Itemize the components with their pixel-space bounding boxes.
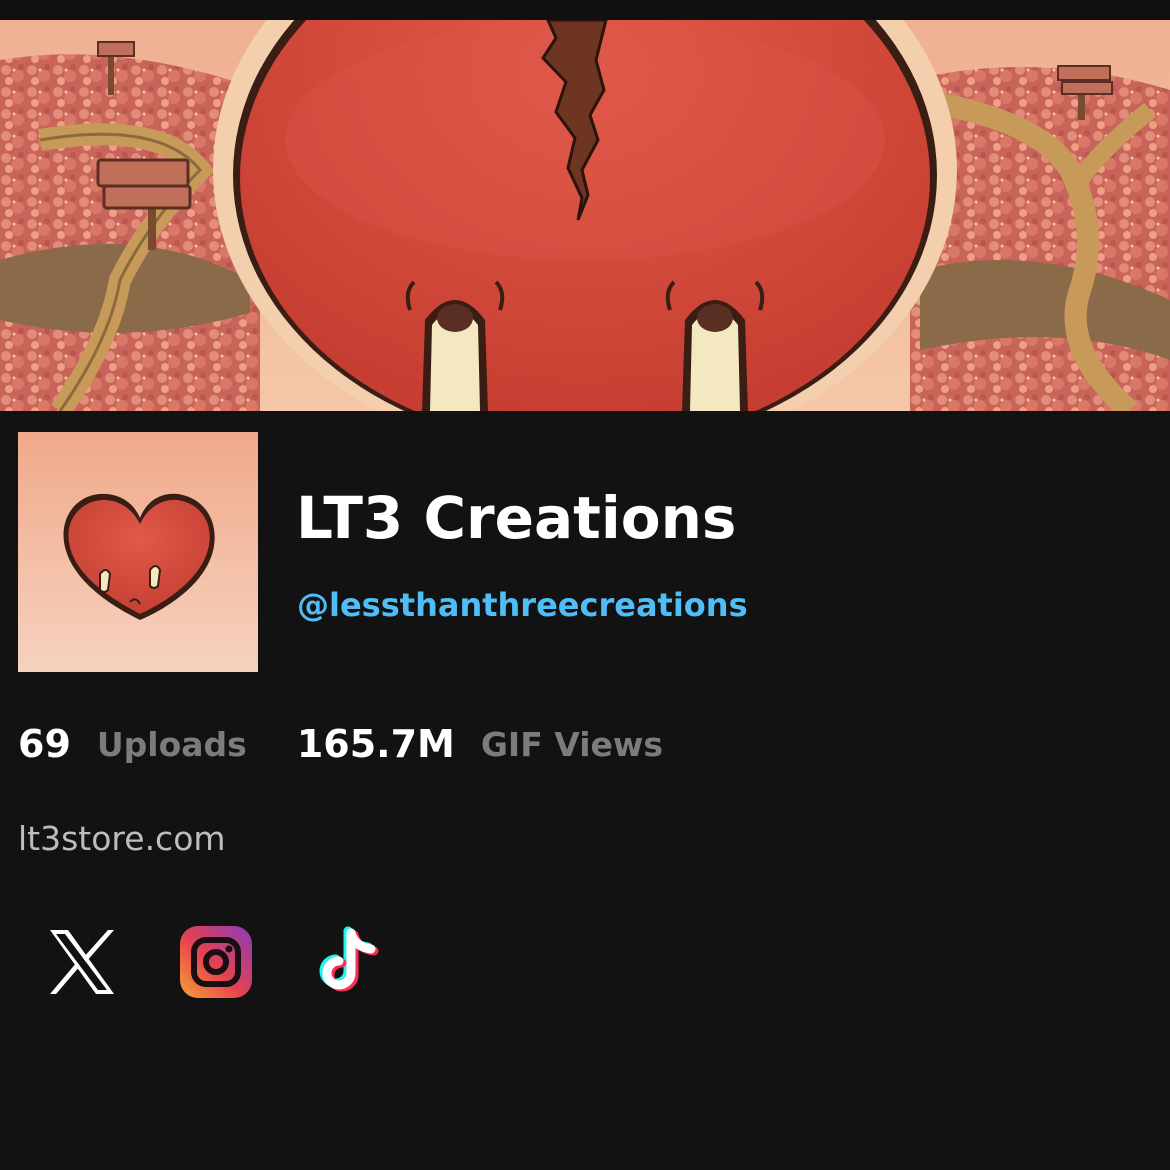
gif-views-count: 165.7M [296, 722, 455, 766]
profile-stats: 69 Uploads 165.7M GIF Views [18, 716, 663, 772]
display-name: LT3 Creations [296, 484, 737, 552]
profile-banner [0, 20, 1170, 411]
uploads-label: Uploads [96, 724, 247, 764]
x-link[interactable] [42, 922, 122, 1002]
instagram-link[interactable] [176, 922, 256, 1002]
top-strip [0, 0, 1170, 20]
tiktok-link[interactable] [308, 922, 388, 1002]
avatar[interactable] [18, 432, 258, 672]
username-handle: @lessthanthreecreations [297, 586, 748, 624]
banner-illustration [0, 20, 1170, 411]
gif-views-label: GIF Views [480, 724, 664, 764]
profile-page: LT3 Creations @lessthanthreecreations 69… [0, 0, 1170, 1170]
instagram-icon [180, 926, 252, 998]
tiktok-icon [319, 926, 379, 992]
heart-avatar-image [18, 432, 258, 672]
x-icon [50, 930, 114, 994]
website-link[interactable]: lt3store.com [18, 814, 226, 864]
uploads-count: 69 [18, 722, 71, 766]
